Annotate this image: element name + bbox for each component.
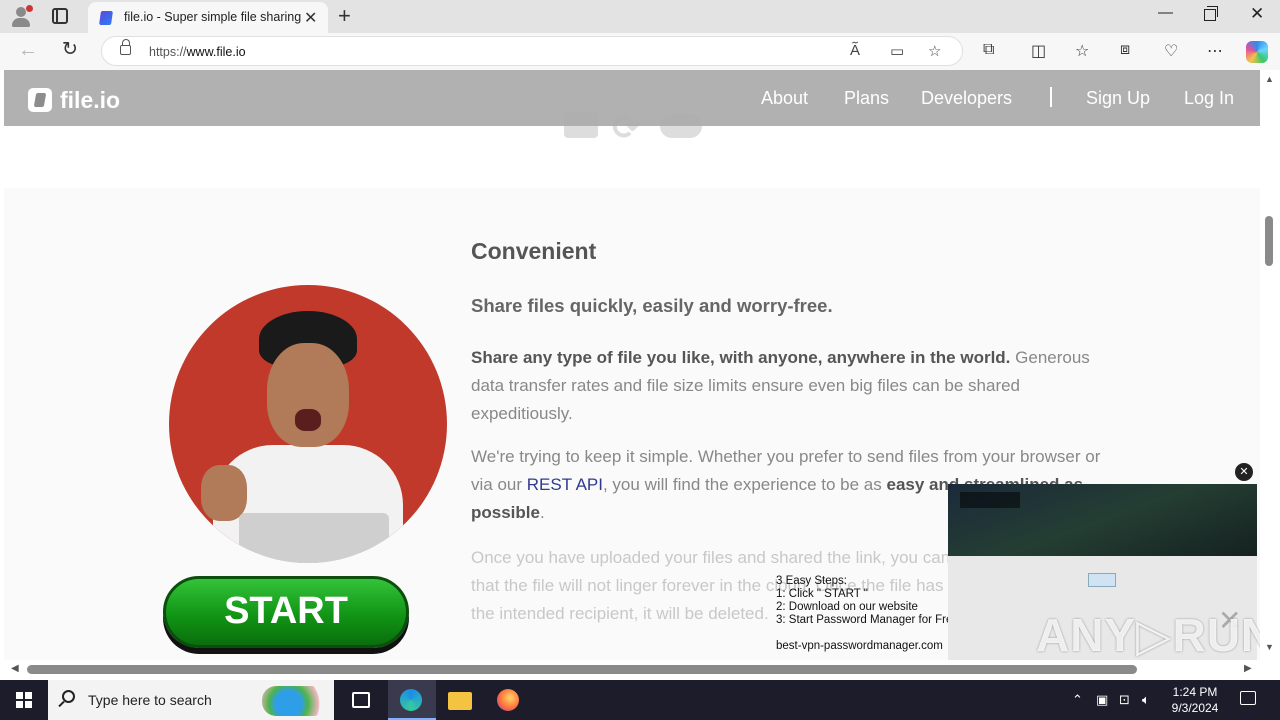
taskbar-clock[interactable]: 1:24 PM 9/3/2024 (1160, 684, 1230, 716)
fileio-favicon-icon (99, 11, 113, 25)
tab-title: file.io - Super simple file sharing (124, 10, 302, 24)
ad-step: 3 Easy Steps: (776, 575, 847, 587)
section-heading: Convenient (471, 238, 597, 264)
collections-icon[interactable]: ⧈ (1120, 41, 1130, 59)
vertical-scrollbar[interactable]: ▲ ▼ (1260, 70, 1280, 660)
lock-icon[interactable] (120, 39, 131, 55)
ad-step: 3: Start Password Manager for Free (776, 614, 959, 626)
favorites-icon[interactable]: ☆ (1075, 41, 1089, 61)
url-text[interactable]: https://www.file.io (149, 45, 246, 59)
video-ad-close-button[interactable]: ✕ (1235, 463, 1253, 481)
file-explorer-icon[interactable] (448, 692, 472, 710)
paragraph-share: Share any type of file you like, with an… (471, 344, 1101, 428)
new-tab-icon[interactable]: + (338, 3, 351, 29)
anyrun-watermark: ANY▷RUN (1036, 609, 1260, 660)
scroll-down-icon[interactable]: ▼ (1265, 642, 1274, 652)
clock-time: 1:24 PM (1172, 685, 1218, 699)
tray-overflow-icon[interactable]: ⌃ (1072, 692, 1083, 708)
nav-sign-up[interactable]: Sign Up (1086, 88, 1150, 109)
firefox-icon[interactable] (497, 689, 519, 711)
windows-taskbar: Type here to search ⌃ ▣ ⊡ 🔈︎ 1:24 PM 9/3… (0, 680, 1280, 720)
immersive-reader-icon[interactable]: ▭ (890, 42, 904, 60)
feature-photo (169, 285, 447, 563)
fileio-logo-icon[interactable] (28, 88, 52, 112)
minimize-icon[interactable]: — (1158, 4, 1173, 21)
address-bar[interactable]: https://www.file.io A᷉ ▭ ☆ (101, 36, 963, 66)
horizontal-scroll-thumb[interactable] (27, 665, 1137, 674)
scroll-right-icon[interactable]: ▶ (1244, 663, 1252, 674)
nav-divider (1050, 87, 1052, 107)
web-content: file.io About Plans Developers Sign Up L… (4, 70, 1260, 660)
nav-about[interactable]: About (761, 88, 808, 109)
nav-plans[interactable]: Plans (844, 88, 889, 109)
tab-actions-icon[interactable] (52, 8, 68, 24)
search-highlight-icon (262, 686, 328, 716)
vertical-scroll-thumb[interactable] (1265, 216, 1273, 266)
windows-start-icon[interactable] (16, 692, 32, 708)
back-icon[interactable]: ← (18, 39, 38, 62)
paragraph-simple-mid: , you will find the experience to be as (602, 475, 882, 494)
ad-step: 1: Click " START " (776, 588, 868, 600)
split-screen-icon[interactable]: ◫ (1031, 41, 1046, 61)
ad-step: 2: Download on our website (776, 601, 918, 613)
refresh-icon[interactable]: ↻ (62, 38, 78, 61)
profile-icon[interactable] (10, 5, 33, 27)
site-header: file.io About Plans Developers Sign Up L… (4, 70, 1260, 126)
taskbar-search-box[interactable]: Type here to search (48, 680, 334, 720)
ad-steps-text[interactable]: 3 Easy Steps: 1: Click " START " 2: Down… (776, 575, 966, 627)
site-logo[interactable]: file.io (60, 87, 120, 114)
horizontal-scrollbar[interactable]: ◀ ▶ (4, 660, 1260, 680)
browser-tab-active[interactable]: file.io - Super simple file sharing ✕ (88, 2, 328, 33)
rest-api-link[interactable]: REST API (527, 475, 603, 494)
video-frame (948, 484, 1257, 556)
search-icon (62, 690, 75, 703)
browser-essentials-icon[interactable]: ♡ (1164, 41, 1178, 61)
nav-developers[interactable]: Developers (921, 88, 1012, 109)
restore-icon[interactable] (1204, 6, 1218, 21)
paragraph-simple-end: . (539, 503, 545, 522)
browser-toolbar: ← ↻ https://www.file.io A᷉ ▭ ☆ ⧉ ◫ ☆ ⧈ ♡… (0, 33, 1280, 70)
tab-close-icon[interactable]: ✕ (304, 8, 317, 28)
edge-icon[interactable] (400, 689, 422, 711)
scroll-up-icon[interactable]: ▲ (1265, 74, 1274, 84)
nav-log-in[interactable]: Log In (1184, 88, 1234, 109)
window-close-icon[interactable]: ✕ (1250, 4, 1264, 24)
paragraph-share-bold: Share any type of file you like, with an… (471, 348, 1011, 367)
favorite-star-icon[interactable]: ☆ (928, 42, 941, 60)
ad-start-button[interactable]: START (163, 576, 409, 648)
task-view-icon[interactable] (352, 692, 370, 708)
ad-domain[interactable]: best-vpn-passwordmanager.com (776, 640, 943, 652)
adchoices-icon[interactable] (1088, 573, 1116, 587)
more-options-icon[interactable]: ⋯ (1207, 41, 1223, 61)
copilot-icon[interactable] (1246, 41, 1268, 63)
browser-tab-strip: file.io - Super simple file sharing ✕ + … (0, 0, 1280, 33)
volume-icon[interactable]: 🔈︎ (1142, 692, 1150, 708)
taskbar-search-placeholder: Type here to search (88, 692, 212, 708)
notifications-icon[interactable] (1240, 691, 1256, 705)
network-icon[interactable]: ⊡ (1119, 692, 1130, 708)
read-aloud-icon[interactable]: A᷉ (850, 42, 860, 59)
section-subheading: Share files quickly, easily and worry-fr… (471, 295, 833, 316)
tray-device-icon[interactable]: ▣ (1096, 692, 1108, 708)
scroll-left-icon[interactable]: ◀ (11, 663, 19, 674)
extensions-icon[interactable]: ⧉ (983, 41, 994, 59)
clock-date: 9/3/2024 (1171, 701, 1219, 715)
